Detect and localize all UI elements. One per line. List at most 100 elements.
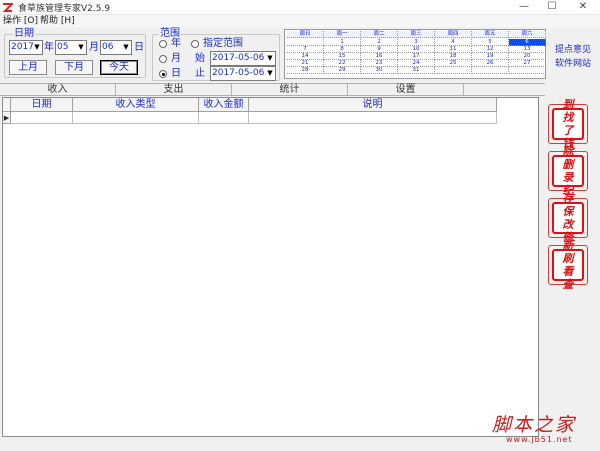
maximize-button[interactable]: ☐ [538,0,566,15]
table-cell-income-type[interactable] [73,112,199,124]
calendar-day-cell[interactable]: 10 [398,46,435,53]
range-year-radio[interactable] [159,40,167,48]
calendar-day-cell[interactable] [472,67,509,74]
tab-bar: 收入 支出 统计 设置 [0,83,545,96]
calendar-day-cell[interactable]: 26 [472,60,509,67]
calendar-day-cell[interactable]: 7 [287,46,324,53]
menu-help[interactable]: 帮助 [H] [40,15,75,27]
range-custom-label: 指定范围 [203,38,243,49]
calendar-day-cell[interactable]: 12 [472,46,509,53]
year-select[interactable]: 2017 ▼ [9,40,43,55]
seal-label: 新 刷 看 查 [554,239,582,291]
range-month-radio[interactable] [159,55,167,63]
seal-char: 录 [562,171,574,184]
tab-expense[interactable]: 支出 [116,84,232,96]
calendar-weekday-header: 周三 [398,31,435,38]
calendar-day-cell[interactable]: 18 [435,53,472,60]
date-group: 日期 2017 ▼ 年 05 ▼ 月 06 ▼ 日 上月 下月 今天 [4,28,146,78]
calendar-day-cell[interactable]: 31 [398,67,435,74]
seal-frame: 除 删 录 纪 [552,145,584,197]
tab-statistics[interactable]: 统计 [232,84,348,96]
table-cell-date[interactable] [11,112,73,124]
range-end-label: 止 [195,68,205,79]
column-header-description[interactable]: 说明 [249,98,497,112]
next-month-button[interactable]: 下月 [55,60,93,75]
calendar-day-cell[interactable]: 8 [324,46,361,53]
column-header-date[interactable]: 日期 [11,98,73,112]
calendar-day-cell[interactable] [435,67,472,74]
seal-char: 删 [562,158,574,171]
delete-record-button[interactable]: 除 删 录 纪 [548,145,588,197]
close-button[interactable]: ✕ [566,0,600,15]
calendar-day-cell[interactable]: 19 [472,53,509,60]
calendar-day-cell[interactable]: 25 [435,60,472,67]
refresh-view-button[interactable]: 新 刷 看 查 [548,239,588,291]
prev-month-button[interactable]: 上月 [9,60,47,75]
calendar-day-cell[interactable]: 3 [398,39,435,46]
calendar-day-cell[interactable]: 27 [509,60,546,67]
month-calendar: 周日 周一 周二 周三 周四 周五 周六 1 2 3 4 5 6 7 8 9 10 11 12 13 14 15 16 17 1… [284,29,546,79]
calendar-day-cell[interactable]: 29 [324,67,361,74]
app-logo-icon [2,3,13,12]
calendar-day-cell[interactable]: 21 [287,60,324,67]
range-custom-radio[interactable] [191,40,199,48]
calendar-day-cell[interactable]: 17 [398,53,435,60]
calendar-day-cell[interactable] [287,39,324,46]
column-header-income-type[interactable]: 收入类型 [73,98,199,112]
tab-settings[interactable]: 设置 [348,84,464,96]
calendar-day-cell[interactable]: 28 [287,67,324,74]
seal-char: 保 [562,205,574,218]
search-records-button[interactable]: 到 找 了 钱 [548,98,588,150]
seal-char: 查 [562,278,574,291]
income-grid[interactable]: 日期 收入类型 收入金额 说明 ▶ [2,97,539,437]
calendar-day-cell[interactable]: 30 [361,67,398,74]
chevron-down-icon: ▼ [267,69,273,77]
column-header-income-amount[interactable]: 收入金额 [199,98,249,112]
save-changes-button[interactable]: 存 保 改 修 [548,192,588,244]
calendar-day-cell[interactable]: 4 [435,39,472,46]
calendar-day-cell[interactable]: 22 [324,60,361,67]
seal-frame: 到 找 了 钱 [552,98,584,150]
year-label: 年 [44,42,54,53]
calendar-day-cell[interactable]: 2 [361,39,398,46]
seal-char: 看 [562,265,574,278]
calendar-weekday-header: 周二 [361,31,398,38]
calendar-day-cell[interactable]: 23 [361,60,398,67]
calendar-day-cell[interactable]: 5 [472,39,509,46]
minimize-button[interactable]: — [510,0,538,15]
day-select-value: 06 [102,42,114,52]
seal-char: 新 [562,239,574,252]
table-cell-description[interactable] [249,112,497,124]
website-link[interactable]: 软件网站 [555,56,591,69]
seal-char: 改 [562,218,574,231]
watermark-main: 脚本之家 [492,414,577,436]
seal-label: 存 保 改 修 [554,192,582,244]
calendar-day-cell[interactable] [509,67,546,74]
range-end-select[interactable]: 2017-05-06 ▼ [210,66,276,81]
seal-char: 找 [562,111,574,124]
window-title: 食草族管理专家V2.5.9 [18,4,111,14]
month-select[interactable]: 05 ▼ [55,40,87,55]
range-start-select[interactable]: 2017-05-06 ▼ [210,51,276,66]
calendar-day-cell[interactable]: 20 [509,53,546,60]
day-select[interactable]: 06 ▼ [100,40,132,55]
menu-operate[interactable]: 操作 [O] [3,15,38,27]
calendar-day-cell[interactable]: 6 [509,39,546,46]
calendar-day-cell[interactable]: 9 [361,46,398,53]
table-cell-income-amount[interactable] [199,112,249,124]
range-end-value: 2017-05-06 [212,68,265,78]
calendar-day-cell[interactable]: 24 [398,60,435,67]
seal-frame: 新 刷 看 查 [552,239,584,291]
tab-income[interactable]: 收入 [0,84,116,96]
day-label: 日 [134,42,144,53]
calendar-day-cell[interactable]: 15 [324,53,361,60]
calendar-day-cell[interactable]: 1 [324,39,361,46]
range-day-radio[interactable] [159,70,167,78]
calendar-day-cell[interactable]: 13 [509,46,546,53]
calendar-day-cell[interactable]: 14 [287,53,324,60]
calendar-day-cell[interactable]: 11 [435,46,472,53]
range-start-value: 2017-05-06 [212,53,265,63]
today-button[interactable]: 今天 [100,60,138,75]
calendar-day-cell[interactable]: 16 [361,53,398,60]
feedback-link[interactable]: 提点意见 [555,42,591,55]
